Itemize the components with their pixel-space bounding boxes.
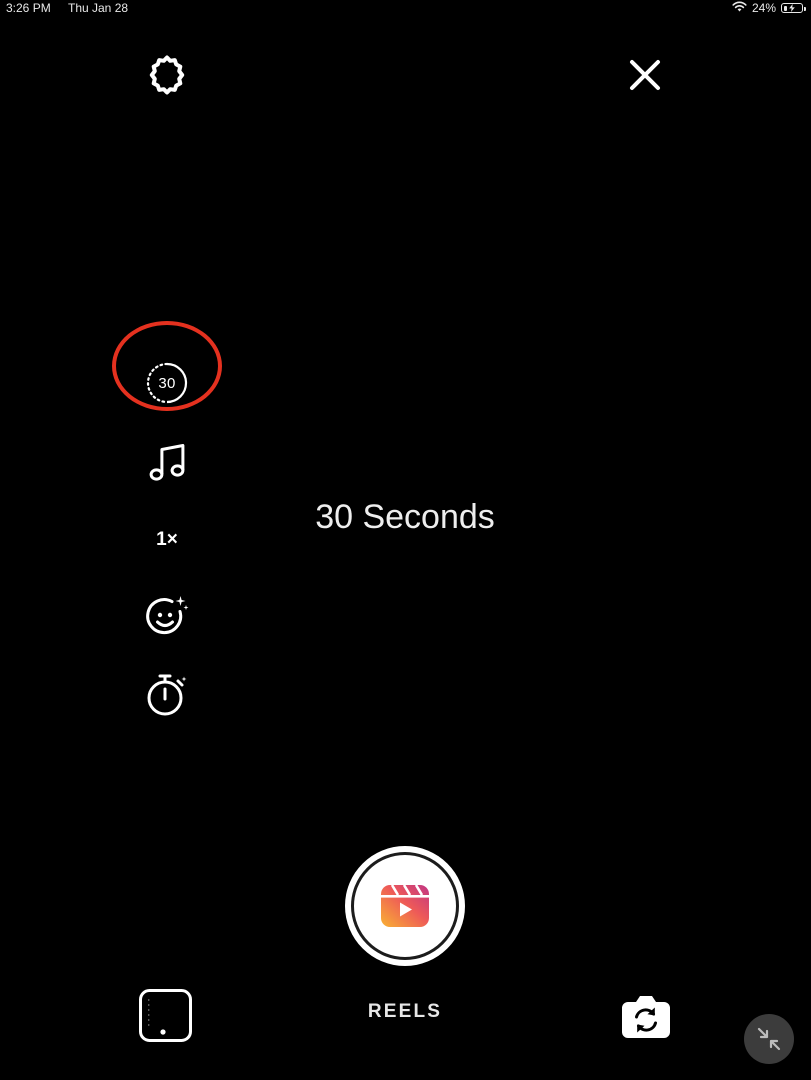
battery-level — [783, 5, 788, 11]
stopwatch-icon — [147, 674, 187, 716]
timer-button[interactable] — [142, 670, 192, 720]
effects-button[interactable] — [142, 592, 192, 642]
length-overlay-text: 30 Seconds — [315, 498, 495, 536]
mode-label[interactable]: REELS — [355, 1001, 455, 1023]
gallery-button[interactable] — [138, 988, 193, 1043]
close-icon — [630, 60, 660, 90]
reels-icon — [381, 884, 429, 927]
flip-camera-icon — [621, 995, 670, 1038]
minimize-button[interactable] — [744, 1014, 794, 1064]
audio-button[interactable] — [142, 437, 192, 487]
flip-camera-button[interactable] — [618, 988, 673, 1043]
minimize-icon — [757, 1027, 781, 1051]
music-note-icon — [149, 444, 185, 481]
wifi-icon — [732, 1, 747, 15]
capture-button[interactable] — [345, 846, 465, 966]
status-time: 3:26 PM — [6, 1, 51, 15]
gear-icon — [149, 55, 185, 95]
settings-button[interactable] — [142, 50, 192, 100]
bolt-icon — [789, 4, 795, 12]
capture-inner — [351, 852, 459, 960]
battery-percent: 24% — [751, 1, 776, 15]
battery-icon — [781, 3, 806, 13]
status-date: Thu Jan 28 — [68, 1, 129, 15]
length-button[interactable]: 30 — [142, 358, 192, 408]
sparkle-face-icon — [146, 596, 189, 635]
gallery-icon — [139, 989, 192, 1042]
speed-button[interactable]: 1× — [142, 515, 192, 565]
close-button[interactable] — [620, 50, 670, 100]
length-label: 30 — [158, 374, 176, 392]
status-right: 24% — [732, 1, 806, 15]
